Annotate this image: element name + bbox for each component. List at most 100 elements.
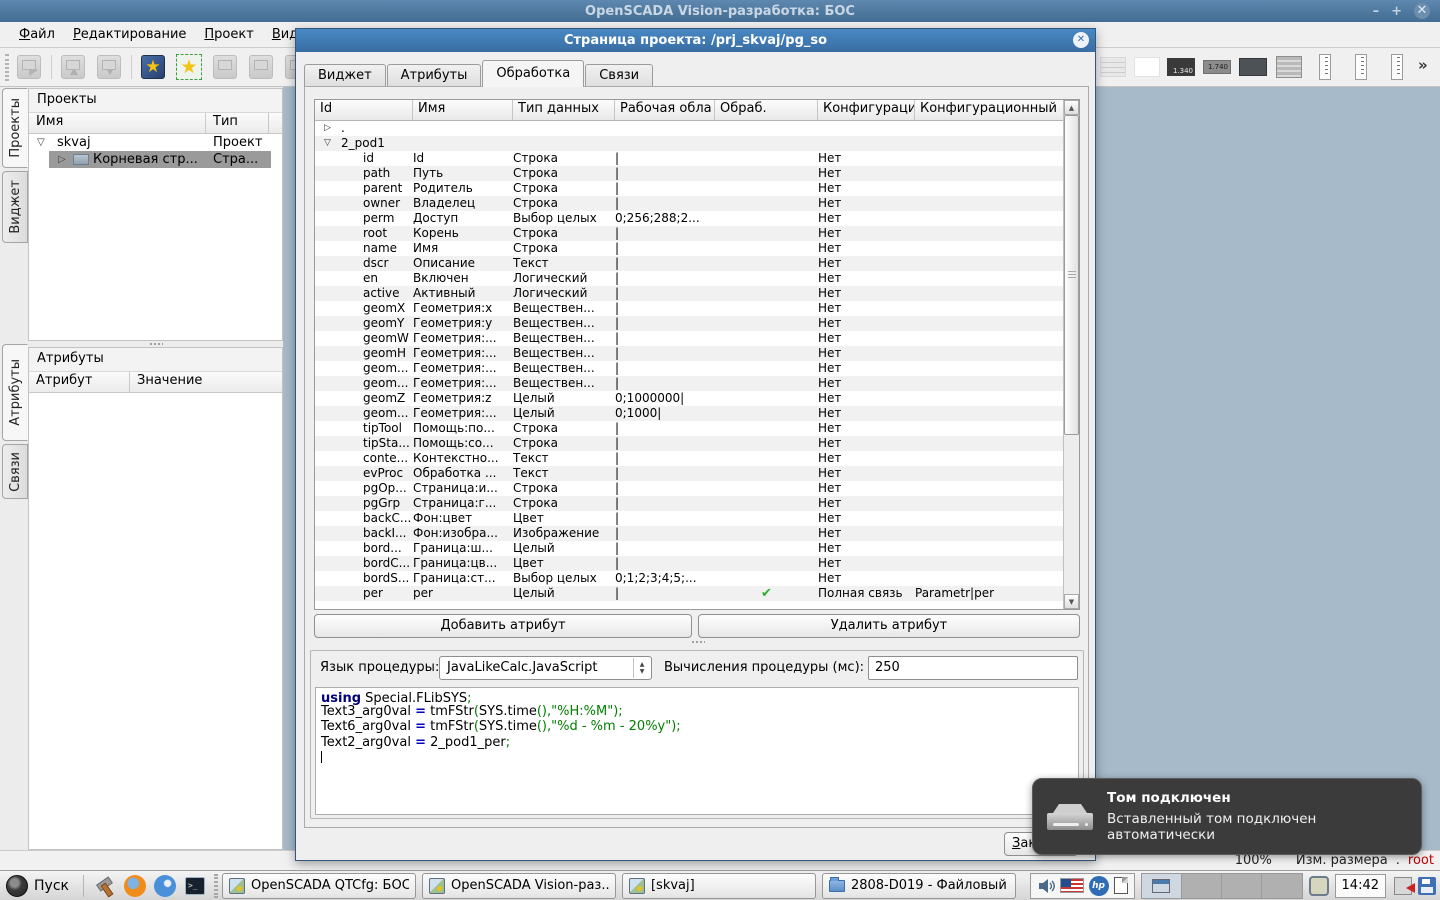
attr-table-row[interactable]: bord...Граница:ш...Целый|Нет xyxy=(315,541,1065,556)
us-flag-icon[interactable] xyxy=(1060,878,1084,893)
vertical-scrollbar[interactable]: ▲ ▼ xyxy=(1063,100,1079,609)
attr-table-row[interactable]: geomZГеометрия:zЦелый0;1000000|Нет xyxy=(315,391,1065,406)
clone-visual-item-icon[interactable] xyxy=(210,52,240,82)
maximize-button[interactable]: + xyxy=(1391,4,1402,19)
toolbar-drag-handle[interactable] xyxy=(5,54,9,81)
dock-tab-attributes[interactable]: Атрибуты xyxy=(2,344,28,441)
tab-widget[interactable]: Виджет xyxy=(304,64,386,87)
panel-splitter[interactable] xyxy=(305,638,1090,646)
tray-app-icon[interactable] xyxy=(1309,876,1329,896)
attr-table-row[interactable]: geom...Геометрия:...Веществен...|Нет xyxy=(315,361,1065,376)
attr-column-header[interactable]: Рабочая обла xyxy=(615,100,715,120)
scroll-up-icon[interactable]: ▲ xyxy=(1064,100,1079,115)
hp-icon[interactable]: hp xyxy=(1089,876,1109,896)
expand-icon[interactable]: ▷ xyxy=(58,151,66,168)
attr-table-row[interactable]: nameИмяСтрока|Нет xyxy=(315,241,1065,256)
procedure-language-select[interactable]: JavaLikeCalc.JavaScript ▲▼ xyxy=(439,656,652,680)
task-button-1[interactable]: OpenSCADA Vision-раз... xyxy=(422,873,616,899)
column-header-name[interactable]: Имя xyxy=(29,113,206,133)
collapse-icon[interactable]: ▽ xyxy=(324,136,338,151)
current-user[interactable]: root xyxy=(1408,853,1434,868)
tab-links[interactable]: Связи xyxy=(585,64,653,87)
spinner-icons[interactable]: ▲▼ xyxy=(633,658,650,678)
attr-table-row[interactable]: geom...Геометрия:...Целый0;1000|Нет xyxy=(315,406,1065,421)
attr-column-header[interactable]: Обраб. xyxy=(715,100,818,120)
menu-item-2[interactable]: Проект xyxy=(195,24,262,45)
attr-column-header[interactable]: Конфигураци xyxy=(818,100,915,120)
attr-table-row[interactable]: ▽2_pod1 xyxy=(315,136,1065,151)
logout-icon[interactable] xyxy=(1394,877,1412,895)
notification-toast[interactable]: Том подключен Вставленный том подключен … xyxy=(1032,778,1422,855)
tab-attributes[interactable]: Атрибуты xyxy=(387,64,482,87)
attr-table-row[interactable]: geomYГеометрия:yВеществен...|Нет xyxy=(315,316,1065,331)
attr-table-row[interactable]: tipSta...Помощь:со...Строка|Нет xyxy=(315,436,1065,451)
column-header-attribute[interactable]: Атрибут xyxy=(29,372,130,392)
attr-table-row[interactable]: pgOp...Страница:и...Строка|Нет xyxy=(315,481,1065,496)
db-save-icon[interactable] xyxy=(94,52,124,82)
scroll-down-icon[interactable]: ▼ xyxy=(1064,594,1079,609)
attr-table-row[interactable]: perperЦелый|✔Полная связьParametr|per xyxy=(315,586,1065,601)
run-vision-icon[interactable] xyxy=(14,52,44,82)
taskbar-drag-handle[interactable] xyxy=(214,874,218,898)
blank-widget-icon[interactable] xyxy=(1132,53,1162,81)
tree-row-root-page[interactable]: ▷ Корневая стр... Стра... xyxy=(29,151,282,168)
volume-icon[interactable] xyxy=(1037,877,1055,895)
new-visual-item-icon[interactable]: ★ xyxy=(138,52,168,82)
toolbar-overflow-icon[interactable]: » xyxy=(1418,56,1428,74)
attr-table-row[interactable]: backC...Фон:цветЦвет|Нет xyxy=(315,511,1065,526)
delete-visual-item-icon[interactable] xyxy=(246,52,276,82)
meter-widget-icon[interactable] xyxy=(1310,53,1340,81)
dock-tab-links[interactable]: Связи xyxy=(2,444,28,499)
thunderbird-icon[interactable] xyxy=(153,874,177,898)
attr-table-row[interactable]: rootКореньСтрока|Нет xyxy=(315,226,1065,241)
attr-table-row[interactable]: tipToolПомощь:по...Строка|Нет xyxy=(315,421,1065,436)
attr-table-row[interactable]: geomHГеометрия:...Веществен...|Нет xyxy=(315,346,1065,361)
attr-table-row[interactable]: bordC...Граница:цв...Цвет|Нет xyxy=(315,556,1065,571)
terminal-icon[interactable]: >_ xyxy=(183,874,207,898)
start-button[interactable]: Пуск xyxy=(4,873,77,899)
menu-item-1[interactable]: Редактирование xyxy=(64,24,195,45)
minimize-button[interactable]: – xyxy=(1373,4,1380,19)
desktop-1[interactable] xyxy=(1142,874,1182,898)
dock-tab-projects[interactable]: Проекты xyxy=(2,88,28,168)
clock[interactable]: 14:42 xyxy=(1335,874,1386,898)
expand-icon[interactable]: ▷ xyxy=(324,121,338,136)
mount-disk-icon[interactable] xyxy=(1418,877,1436,895)
attr-table-row[interactable]: bordS...Граница:ст...Выбор целых0;1;2;3;… xyxy=(315,571,1065,586)
attr-table-row[interactable]: backI...Фон:изобра...Изображение|Нет xyxy=(315,526,1065,541)
document-icon[interactable] xyxy=(1114,877,1128,894)
desktop-4[interactable] xyxy=(1262,874,1302,898)
scrollbar-thumb[interactable] xyxy=(1064,115,1079,435)
settings-tool-icon[interactable] xyxy=(93,874,117,898)
task-button-3[interactable]: 2808-D019 - Файловый ... xyxy=(822,873,1016,899)
column-header-type[interactable]: Тип xyxy=(206,113,269,133)
attr-table-row[interactable]: evProcОбработка ...Текст|Нет xyxy=(315,466,1065,481)
meter-widget-icon[interactable] xyxy=(1346,53,1376,81)
attr-column-header[interactable]: Id xyxy=(315,100,413,120)
column-header-value[interactable]: Значение xyxy=(130,372,282,392)
desktop-2[interactable] xyxy=(1182,874,1222,898)
task-button-0[interactable]: OpenSCADA QTCfg: БОС xyxy=(222,873,416,899)
attr-table-row[interactable]: geomXГеометрия:xВеществен...|Нет xyxy=(315,301,1065,316)
lcd-widget-icon[interactable]: 1.340 xyxy=(1166,53,1196,81)
add-attribute-button[interactable]: Добавить атрибут xyxy=(314,614,692,638)
attr-column-header[interactable]: Тип данных xyxy=(513,100,615,120)
task-button-2[interactable]: [skvaj] xyxy=(622,873,816,899)
text-widget-icon[interactable] xyxy=(1098,53,1128,81)
attr-column-header[interactable]: Конфигурационный xyxy=(915,100,1065,120)
lcd2-widget-icon[interactable]: 1.740 xyxy=(1202,53,1232,81)
attr-table-row[interactable]: conte...Контекстно...Текст|Нет xyxy=(315,451,1065,466)
menu-item-0[interactable]: Файл xyxy=(10,24,64,45)
attr-column-header[interactable]: Имя xyxy=(413,100,513,120)
attr-table-row[interactable]: activeАктивныйЛогический|Нет xyxy=(315,286,1065,301)
dialog-close-icon[interactable]: ✕ xyxy=(1073,32,1089,48)
firefox-icon[interactable] xyxy=(123,874,147,898)
attr-table-row[interactable]: geomWГеометрия:...Веществен...|Нет xyxy=(315,331,1065,346)
db-load-icon[interactable] xyxy=(58,52,88,82)
meter-widget-icon[interactable] xyxy=(1382,53,1412,81)
visual-item-library-icon[interactable]: ★ xyxy=(174,52,204,82)
attr-table-row[interactable]: dscrОписаниеТекст|Нет xyxy=(315,256,1065,271)
procedure-code-editor[interactable]: using Special.FLibSYS;Text3_arg0val = tm… xyxy=(315,687,1079,815)
attr-table-row[interactable]: enВключенЛогический|Нет xyxy=(315,271,1065,286)
collapse-icon[interactable]: ▽ xyxy=(37,134,45,151)
